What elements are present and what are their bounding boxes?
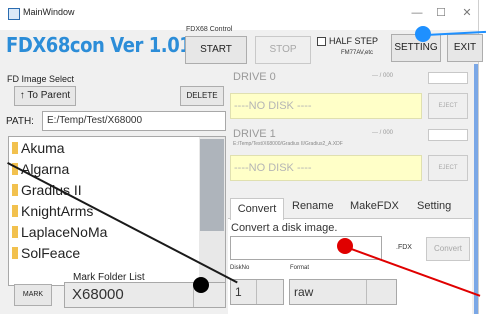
setting-button[interactable]: SETTING [391,34,441,62]
start-button[interactable]: START [185,36,247,64]
half-step-label: HALF STEP [329,36,379,46]
half-step-sublabel: FM77AV,etc [341,50,374,56]
path-input[interactable]: E:/Temp/Test/X68000 [42,111,226,131]
window-edge [474,64,478,314]
folder-icon [12,205,18,217]
folder-icon [12,163,18,175]
stop-button[interactable]: STOP [255,36,311,64]
format-divider [366,280,367,304]
format-label: Format [290,265,310,271]
list-item[interactable]: Akuma [12,140,65,161]
drive1-counter: --- / 000 [372,130,394,136]
fd-image-select-label: FD Image Select [7,74,75,84]
half-step-checkbox[interactable] [317,37,326,46]
folder-icon [12,142,18,154]
drive1-title: DRIVE 1 [233,128,276,140]
title-bar: MainWindow — ☐ ✕ [0,0,478,30]
folder-icon [12,184,18,196]
scrollbar-thumb[interactable] [200,139,224,231]
close-button[interactable]: ✕ [452,2,482,24]
tab-makefdx[interactable]: MakeFDX [350,200,399,212]
mark-button[interactable]: MARK [14,284,52,306]
convert-button[interactable]: Convert [426,237,470,261]
list-item[interactable]: Gradius II [12,182,82,203]
folder-list-scrollbar[interactable] [199,137,225,285]
list-item[interactable]: Algarna [12,161,69,182]
list-item[interactable]: LaplaceNoMa [12,224,107,245]
list-item[interactable]: KnightArms [12,203,93,224]
path-label: PATH: [6,116,34,127]
window-title: MainWindow [23,7,75,17]
tab-convert[interactable]: Convert [230,198,284,220]
mark-folder-select[interactable]: X68000 [64,282,226,308]
list-item[interactable]: SolFeace [12,245,80,266]
drive0-eject-button[interactable]: EJECT [428,93,468,119]
tab-rename[interactable]: Rename [292,200,334,212]
exit-button[interactable]: EXIT [447,34,483,62]
main-window: MainWindow — ☐ ✕ FDX68con Ver 1.01 FDX68… [0,0,483,315]
diskno-label: DiskNo [230,265,250,271]
fdx-extension-label: .FDX [396,244,412,251]
folder-icon [12,247,18,259]
to-parent-button[interactable]: ↑ To Parent [14,86,76,106]
select-divider [193,283,194,307]
drive1-eject-button[interactable]: EJECT [428,155,468,181]
drive0-title: DRIVE 0 [233,71,276,83]
convert-source-input[interactable] [230,236,382,260]
app-window-icon [8,8,20,20]
drive0-indicator [428,72,468,84]
convert-description: Convert a disk image. [231,222,338,234]
folder-list[interactable]: Akuma Algarna Gradius II KnightArms Lapl… [8,136,226,286]
tab-setting[interactable]: Setting [417,200,451,212]
drive1-path: E:/Temp/Test/X68000/Gradius II/Gradius2_… [233,141,343,147]
format-select[interactable]: raw [289,279,397,305]
drive0-counter: --- / 000 [372,73,394,79]
drive1-indicator [428,129,468,141]
control-group-label: FDX68 Control [186,26,233,33]
folder-icon [12,226,18,238]
diskno-select[interactable]: 1 [230,279,284,305]
drive1-status: ----NO DISK ---- [230,155,422,181]
drive0-status: ----NO DISK ---- [230,93,422,119]
delete-button[interactable]: DELETE [180,86,224,106]
diskno-divider [256,280,257,304]
app-logo: FDX68con Ver 1.01 [6,33,192,57]
